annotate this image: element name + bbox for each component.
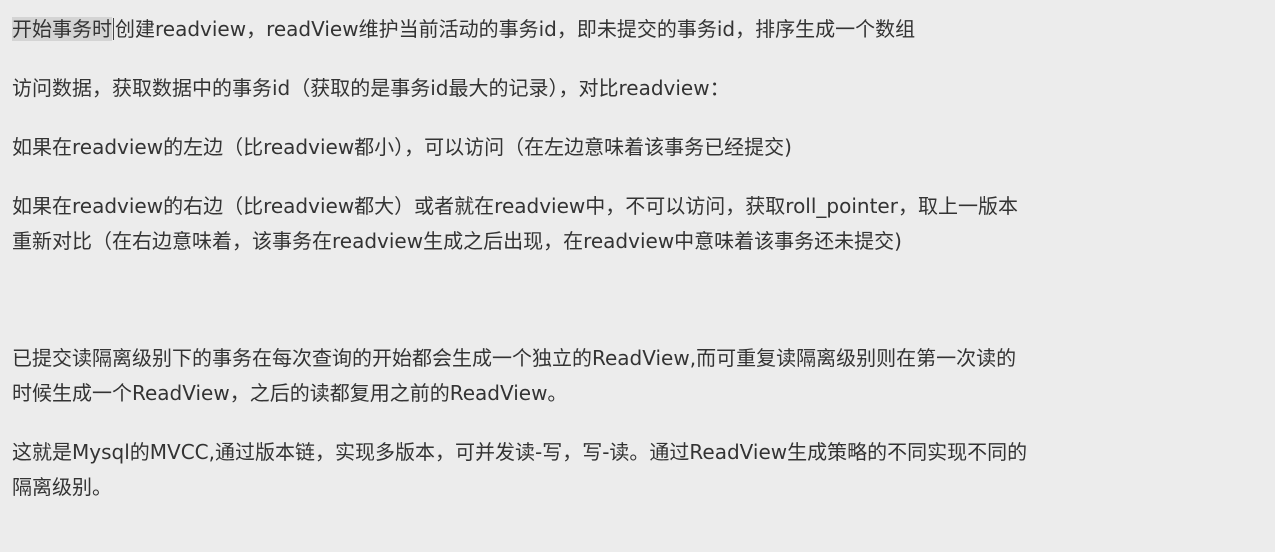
paragraph-text: 如果在readview的左边（比readview都小），可以访问（在左边意味着该… bbox=[12, 135, 792, 159]
paragraph-mvcc-summary: 这就是Mysql的MVCC,通过版本链，实现多版本，可并发读-写，写-读。通过R… bbox=[12, 435, 1247, 505]
paragraph-isolation-levels: 已提交读隔离级别下的事务在每次查询的开始都会生成一个独立的ReadView,而可… bbox=[12, 341, 1247, 411]
paragraph-right-side: 如果在readview的右边（比readview都大）或者就在readview中… bbox=[12, 189, 1247, 259]
paragraph-readview-creation: 开始事务时 创建readview，readView维护当前活动的事务id，即未提交… bbox=[12, 12, 1247, 47]
highlighted-text[interactable]: 开始事务时 bbox=[12, 17, 112, 41]
paragraph-line: 已提交读隔离级别下的事务在每次查询的开始都会生成一个独立的ReadView,而可… bbox=[12, 346, 1017, 370]
text-cursor bbox=[113, 18, 114, 40]
document-body: 开始事务时 创建readview，readView维护当前活动的事务id，即未提交… bbox=[0, 0, 1275, 552]
paragraph-line: 如果在readview的右边（比readview都大）或者就在readview中… bbox=[12, 194, 1018, 218]
paragraph-access-data: 访问数据，获取数据中的事务id（获取的是事务id最大的记录），对比readvie… bbox=[12, 71, 1247, 106]
paragraph-text: 创建readview，readView维护当前活动的事务id，即未提交的事务id… bbox=[115, 17, 916, 41]
paragraph-line: 时候生成一个ReadView，之后的读都复用之前的ReadView。 bbox=[12, 381, 568, 405]
paragraph-left-side: 如果在readview的左边（比readview都小），可以访问（在左边意味着该… bbox=[12, 130, 1247, 165]
paragraph-line: 隔离级别。 bbox=[12, 475, 112, 499]
paragraph-line: 这就是Mysql的MVCC,通过版本链，实现多版本，可并发读-写，写-读。通过R… bbox=[12, 440, 1028, 464]
paragraph-text: 访问数据，获取数据中的事务id（获取的是事务id最大的记录），对比readvie… bbox=[12, 76, 730, 100]
paragraph-line: 重新对比（在右边意味着，该事务在readview生成之后出现，在readview… bbox=[12, 229, 902, 253]
